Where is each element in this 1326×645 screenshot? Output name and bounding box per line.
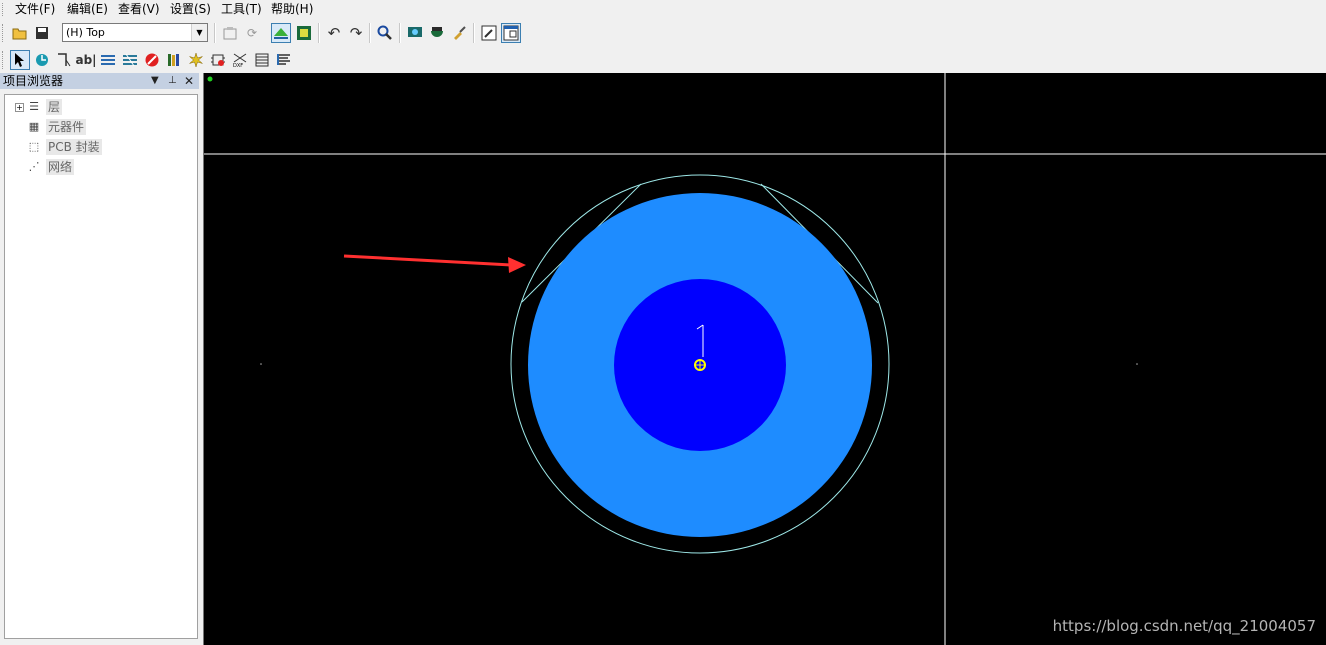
- terminal-icon[interactable]: [54, 50, 74, 70]
- layers-icon: ☰: [29, 100, 39, 113]
- layer-view-icon[interactable]: [271, 23, 291, 43]
- tree-item-label: 元器件: [46, 119, 87, 135]
- menu-edit[interactable]: 编辑(E): [67, 2, 108, 16]
- toolbar-separator: [473, 23, 475, 43]
- save-icon[interactable]: [32, 23, 52, 43]
- menu-settings[interactable]: 设置(S): [170, 2, 211, 16]
- board-view-icon[interactable]: [294, 23, 314, 43]
- pin-icon[interactable]: ⊥: [168, 73, 177, 89]
- rotate-icon[interactable]: [32, 50, 52, 70]
- properties-icon[interactable]: [220, 23, 240, 43]
- verify-design-icon[interactable]: [405, 23, 425, 43]
- project-browser-panel: 项目浏览器 ▼ ⊥ ✕ + ☰ 层 ▦ 元器件 ⬚ PCB 封装 ⋰ 网络: [0, 73, 203, 645]
- menu-bar: 文件(F) 编辑(E) 查看(V) 设置(S) 工具(T) 帮助(H): [0, 0, 1326, 19]
- toolbar-separator: [369, 23, 371, 43]
- tree-item-nets[interactable]: ⋰ 网络: [26, 158, 75, 176]
- hatch-icon[interactable]: [252, 50, 272, 70]
- cam-output-icon[interactable]: [427, 23, 447, 43]
- toolbar-separator: [214, 23, 216, 43]
- project-tree: + ☰ 层 ▦ 元器件 ⬚ PCB 封装 ⋰ 网络: [4, 94, 198, 639]
- zoom-icon[interactable]: [375, 23, 395, 43]
- open-folder-icon[interactable]: [10, 23, 30, 43]
- layer-select-value: (H) Top: [66, 26, 105, 39]
- tree-item-layers[interactable]: + ☰ 层: [15, 98, 63, 116]
- svg-text:DXF: DXF: [233, 63, 243, 68]
- design-canvas[interactable]: https://blog.csdn.net/qq_21004057: [203, 73, 1326, 645]
- tree-item-label: PCB 封装: [46, 139, 102, 155]
- decal-icon: ⬚: [28, 140, 40, 153]
- toolbar-grip[interactable]: [2, 24, 6, 42]
- toolbar-separator: [399, 23, 401, 43]
- menu-view[interactable]: 查看(V): [118, 2, 160, 16]
- menubar-grip[interactable]: [2, 3, 6, 16]
- grid-dot: [1136, 363, 1138, 365]
- tree-item-label: 网络: [46, 159, 75, 175]
- panel-menu-icon[interactable]: ▼: [151, 73, 159, 89]
- layer-select[interactable]: (H) Top ▼: [62, 23, 208, 42]
- copper-cutout-icon[interactable]: [120, 50, 140, 70]
- menu-help[interactable]: 帮助(H): [271, 2, 313, 16]
- tree-item-pcb-decals[interactable]: ⬚ PCB 封装: [26, 138, 102, 156]
- watermark: https://blog.csdn.net/qq_21004057: [1052, 617, 1316, 635]
- panel-title-text: 项目浏览器: [3, 74, 64, 88]
- brush-icon[interactable]: [449, 23, 469, 43]
- annotation-arrow-head: [508, 257, 526, 273]
- component-wizard-icon[interactable]: [208, 50, 228, 70]
- redo-icon[interactable]: ↷: [346, 23, 366, 43]
- menu-tools[interactable]: 工具(T): [221, 2, 262, 16]
- net-icon: ⋰: [28, 160, 40, 173]
- chevron-down-icon[interactable]: ▼: [191, 24, 207, 41]
- canvas-drawing: [204, 73, 1326, 645]
- toolbar-separator: [318, 23, 320, 43]
- origin-marker: [207, 76, 213, 82]
- refresh-icon[interactable]: ⟳: [242, 23, 262, 43]
- draw-text-tool[interactable]: ab|: [75, 50, 96, 70]
- undo-icon[interactable]: ↶: [324, 23, 344, 43]
- tree-item-label: 层: [46, 99, 63, 115]
- drafting-toolbar: ab| DXF: [0, 47, 1326, 73]
- keepout-icon[interactable]: [142, 50, 162, 70]
- menu-file[interactable]: 文件(F): [15, 2, 55, 16]
- dxf-import-icon[interactable]: DXF: [230, 50, 250, 70]
- close-icon[interactable]: ✕: [184, 73, 194, 89]
- panel-scroll-strip: [0, 639, 203, 645]
- standard-toolbar: (H) Top ▼ ⟳ ↶ ↷: [0, 20, 1326, 47]
- copper-icon[interactable]: [98, 50, 118, 70]
- component-icon: ▦: [28, 120, 40, 133]
- tree-item-components[interactable]: ▦ 元器件: [26, 118, 87, 136]
- grid-dot: [260, 363, 262, 365]
- expand-icon[interactable]: +: [15, 102, 24, 112]
- library-books-icon[interactable]: [164, 50, 184, 70]
- burst-icon[interactable]: [186, 50, 206, 70]
- list-icon[interactable]: [274, 50, 294, 70]
- annotation-arrow: [343, 254, 513, 267]
- window-layout-icon[interactable]: [501, 23, 521, 43]
- select-arrow-icon[interactable]: [10, 50, 30, 70]
- zoom-window-icon[interactable]: [479, 23, 499, 43]
- toolbar-grip[interactable]: [2, 51, 6, 69]
